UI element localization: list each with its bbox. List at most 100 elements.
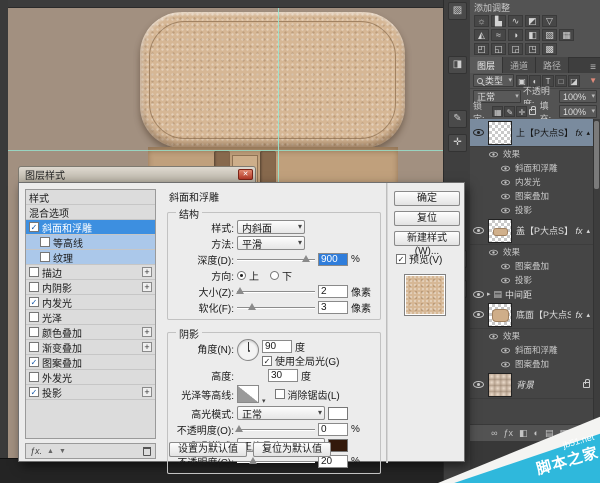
checkbox-icon[interactable] [29, 327, 39, 337]
lock-position-icon[interactable]: ✛ [516, 106, 528, 117]
preview-checkbox[interactable]: ✓ [396, 253, 406, 264]
visibility-eye-icon[interactable] [501, 207, 510, 213]
visibility-eye-icon[interactable] [489, 249, 498, 255]
bevel-style-dropdown[interactable]: 内斜面 [237, 220, 305, 235]
set-default-button[interactable]: 设置为默认值 [169, 442, 247, 457]
lock-all-icon[interactable] [529, 105, 537, 115]
brush-panel-icon[interactable]: ✎ [448, 110, 467, 128]
layer-thumbnail[interactable] [488, 120, 512, 145]
layer-row[interactable]: 盖【P大点S】 fx ▴ [470, 217, 600, 245]
soften-slider[interactable] [237, 302, 315, 312]
visibility-eye-icon[interactable] [473, 311, 484, 318]
adjustment-icon[interactable]: ◰ [474, 43, 489, 55]
effect-row[interactable]: 图案叠加 [470, 357, 600, 371]
brush-presets-panel-icon[interactable]: ✛ [448, 134, 467, 152]
delete-style-icon[interactable] [143, 446, 151, 456]
adjustment-icon[interactable]: ▩ [542, 43, 557, 55]
visibility-eye-icon[interactable] [473, 227, 484, 234]
layer-mask-icon[interactable]: ◧ [519, 426, 528, 441]
new-style-button[interactable]: 新建样式(W)... [394, 231, 460, 257]
highlight-mode-dropdown[interactable]: 正常 [237, 406, 325, 421]
visibility-eye-icon[interactable] [473, 129, 484, 136]
checkbox-icon[interactable]: ✓ [29, 357, 39, 367]
adjustment-icon[interactable]: ◳ [525, 43, 540, 55]
style-list-item[interactable]: 描边 + [26, 265, 155, 280]
adjustment-icon[interactable]: ◲ [508, 43, 523, 55]
link-layers-icon[interactable]: ∞ [491, 426, 497, 441]
visibility-eye-icon[interactable] [501, 179, 510, 185]
gloss-contour-thumbnail[interactable] [237, 385, 259, 403]
fx-collapse-icon[interactable]: ▴ [586, 311, 590, 319]
new-layer-icon[interactable]: ▦ [559, 426, 568, 441]
adjustment-icon[interactable]: ▽ [542, 15, 557, 27]
effect-row[interactable]: 图案叠加 [470, 189, 600, 203]
reset-button[interactable]: 复位 [394, 211, 460, 226]
adjustment-icon[interactable]: ◩ [525, 15, 540, 27]
anti-alias-checkbox[interactable] [274, 389, 285, 399]
layer-row[interactable]: 底面【P大点S】fx ▴ [470, 301, 600, 329]
effects-header-row[interactable]: 效果 [470, 147, 600, 161]
move-up-icon[interactable]: ▲ [47, 448, 54, 455]
fx-collapse-icon[interactable]: ▴ [586, 129, 590, 137]
layer-row[interactable]: 背景 [470, 371, 600, 399]
filter-smart-objects-icon[interactable]: ◪ [568, 74, 581, 87]
style-list-item[interactable]: 等高线 [26, 235, 155, 250]
expand-plus-icon[interactable]: + [142, 327, 152, 337]
checkbox-icon[interactable] [29, 282, 39, 292]
highlight-color-swatch[interactable] [328, 406, 348, 420]
style-list-item[interactable]: 外发光 [26, 370, 155, 385]
reset-default-button[interactable]: 复位为默认值 [253, 442, 331, 457]
style-list-item[interactable]: 内阴影 + [26, 280, 155, 295]
expand-plus-icon[interactable]: + [142, 387, 152, 397]
depth-input[interactable]: 900 [318, 252, 348, 266]
style-list-item[interactable]: ✓ 图案叠加 [26, 355, 155, 370]
expand-plus-icon[interactable]: + [142, 282, 152, 292]
checkbox-icon[interactable] [29, 372, 39, 382]
checkbox-icon[interactable] [29, 267, 39, 277]
adjustment-icon[interactable]: ▧ [542, 29, 557, 41]
visibility-eye-icon[interactable] [501, 193, 510, 199]
layer-group-icon[interactable]: ▤ [545, 426, 554, 441]
size-input[interactable]: 2 [318, 284, 348, 298]
style-list-item[interactable]: ✓ 斜面和浮雕 [26, 220, 155, 235]
effect-row[interactable]: 斜面和浮雕 [470, 343, 600, 357]
ok-button[interactable]: 确定 [394, 191, 460, 206]
layer-group-row[interactable]: ▸ ▤ 中间距 [470, 287, 600, 301]
close-icon[interactable]: ✕ [238, 169, 253, 180]
panel-menu-icon[interactable]: ≡ [590, 62, 600, 73]
effect-row[interactable]: 图案叠加 [470, 259, 600, 273]
checkbox-icon[interactable] [29, 312, 39, 322]
clone-source-panel-icon[interactable]: ◨ [448, 56, 467, 74]
layer-thumbnail[interactable] [488, 372, 512, 397]
effect-row[interactable]: 斜面和浮雕 [470, 161, 600, 175]
tab-channels[interactable]: 通道 [503, 57, 537, 73]
layers-scrollbar[interactable] [593, 119, 600, 424]
style-list-item[interactable]: 纹理 [26, 250, 155, 265]
visibility-eye-icon[interactable] [501, 165, 510, 171]
layer-row[interactable]: 上【P大点S】 fx ▴ [470, 119, 600, 147]
direction-up-radio[interactable] [237, 270, 246, 280]
visibility-eye-icon[interactable] [501, 347, 510, 353]
visibility-eye-icon[interactable] [501, 263, 510, 269]
technique-dropdown[interactable]: 平滑 [237, 236, 305, 251]
checkbox-icon[interactable] [40, 252, 50, 262]
checkbox-icon[interactable]: ✓ [29, 297, 39, 307]
layer-thumbnail[interactable] [488, 218, 512, 243]
expand-plus-icon[interactable]: + [142, 342, 152, 352]
layer-fx-icon[interactable]: fx [575, 128, 582, 138]
soften-input[interactable]: 3 [318, 300, 348, 314]
filter-kind-dropdown[interactable]: 类型 [473, 74, 515, 87]
layer-fx-icon[interactable]: fx [575, 310, 582, 320]
layer-style-icon[interactable]: ƒx [503, 426, 513, 441]
checkbox-icon[interactable] [29, 342, 39, 352]
adjustment-icon[interactable]: ▙ [491, 15, 506, 27]
effects-header-row[interactable]: 效果 [470, 245, 600, 259]
adjustment-icon[interactable]: ◧ [525, 29, 540, 41]
visibility-eye-icon[interactable] [473, 290, 484, 298]
tab-paths[interactable]: 路径 [536, 57, 570, 73]
style-list-item[interactable]: 光泽 [26, 310, 155, 325]
checkbox-icon[interactable]: ✓ [29, 387, 39, 397]
fx-collapse-icon[interactable]: ▴ [586, 227, 590, 235]
tab-layers[interactable]: 图层 [470, 57, 504, 73]
style-list-item[interactable]: 样式 [26, 190, 155, 205]
